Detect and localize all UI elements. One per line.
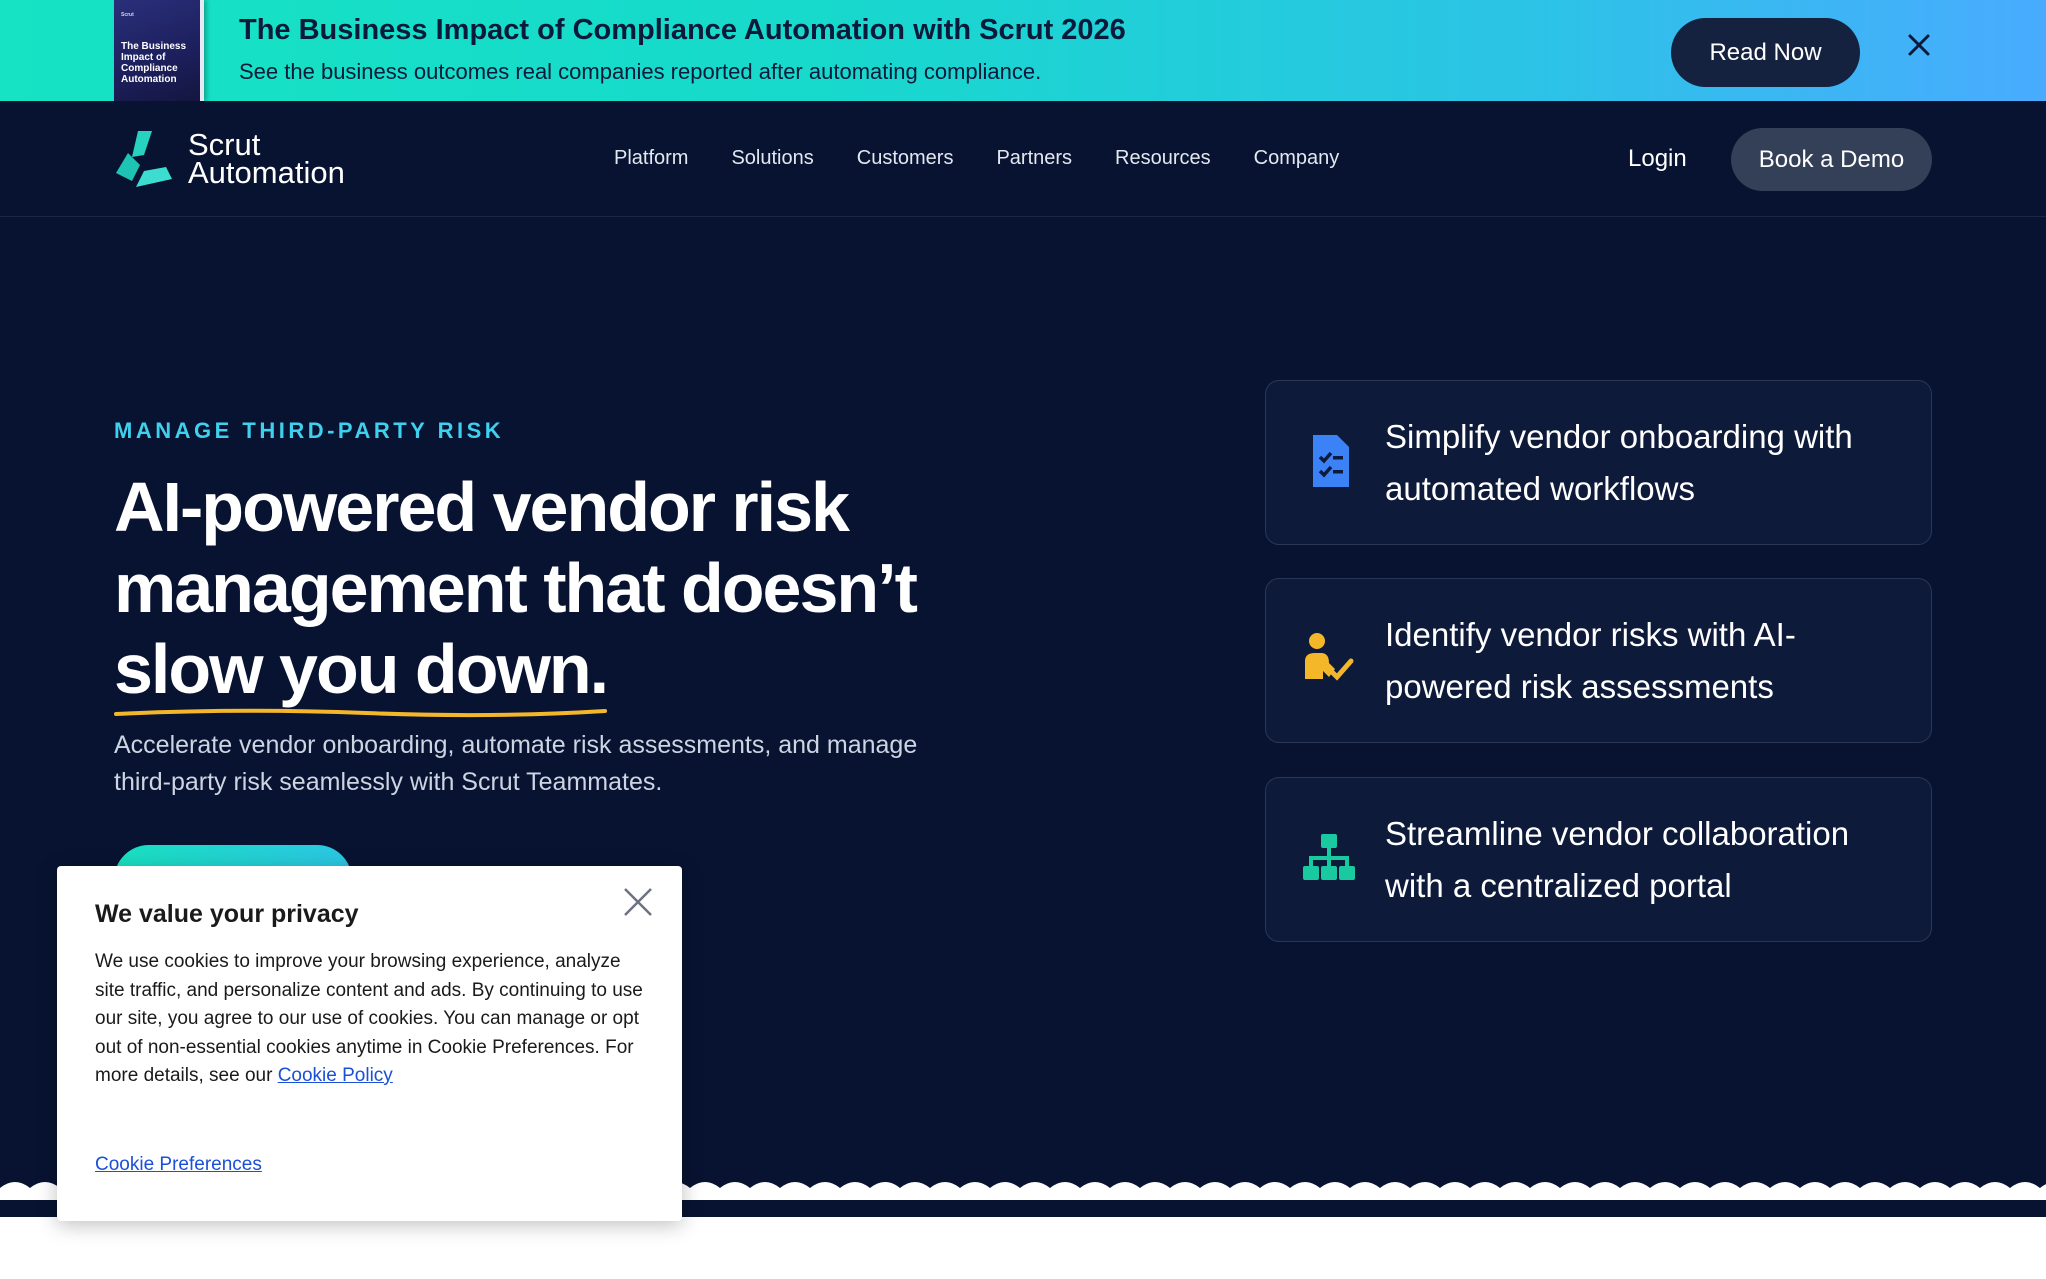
logo-line-2: Automation	[188, 155, 345, 190]
feature-card-portal: Streamline vendor collaboration with a c…	[1265, 777, 1932, 942]
cookie-body: We use cookies to improve your browsing …	[95, 948, 655, 1091]
feature-text-onboarding: Simplify vendor onboarding with automate…	[1385, 418, 1853, 507]
cookie-title: We value your privacy	[95, 900, 359, 928]
book-demo-button[interactable]: Book a Demo	[1731, 128, 1932, 191]
person-check-icon	[1305, 633, 1354, 681]
login-link[interactable]: Login	[1628, 145, 1687, 173]
feature-text-portal: Streamline vendor collaboration with a c…	[1385, 815, 1850, 904]
headline-line-3-wrapper: slow you down.	[114, 629, 1014, 718]
ebook-cover-title: The Business Impact of Compliance Automa…	[121, 41, 187, 85]
promo-title: The Business Impact of Compliance Automa…	[239, 14, 1126, 46]
document-checklist-icon	[1313, 435, 1349, 487]
scrut-logo-mark-icon	[116, 131, 172, 187]
close-icon[interactable]	[1902, 28, 1936, 62]
headline-line-1: AI-powered vendor risk	[114, 468, 850, 546]
headline-line-2: management that doesn’t	[114, 549, 918, 627]
site-header: Scrut Automation Platform Solutions Cust…	[0, 101, 2046, 217]
promo-banner: Scrut The Business Impact of Compliance …	[0, 0, 2046, 101]
main-nav: Platform Solutions Customers Partners Re…	[614, 147, 1382, 170]
nav-resources[interactable]: Resources	[1115, 147, 1211, 170]
cookie-consent-dialog: We value your privacy We use cookies to …	[57, 866, 682, 1221]
nav-company[interactable]: Company	[1254, 147, 1340, 170]
headline-line-3-underlined: slow you down.	[114, 629, 609, 718]
promo-subtitle: See the business outcomes real companies…	[239, 59, 1042, 84]
feature-card-risk: Identify vendor risks with AI-powered ri…	[1265, 578, 1932, 743]
close-icon[interactable]	[622, 886, 654, 918]
hero-eyebrow: MANAGE THIRD-PARTY RISK	[114, 418, 505, 443]
nav-customers[interactable]: Customers	[857, 147, 954, 170]
nav-partners[interactable]: Partners	[996, 147, 1072, 170]
logo-text: Scrut Automation	[188, 129, 345, 190]
headline-line-3: slow you down.	[114, 630, 609, 708]
feature-text-risk: Identify vendor risks with AI-powered ri…	[1385, 616, 1796, 705]
nav-solutions[interactable]: Solutions	[731, 147, 813, 170]
hero-headline: AI-powered vendor risk management that d…	[114, 467, 1014, 718]
feature-card-onboarding: Simplify vendor onboarding with automate…	[1265, 380, 1932, 545]
nav-platform[interactable]: Platform	[614, 147, 688, 170]
yellow-underline-icon	[114, 708, 608, 718]
org-chart-icon	[1303, 834, 1355, 880]
hero-description: Accelerate vendor onboarding, automate r…	[114, 731, 918, 796]
scrut-logo[interactable]: Scrut Automation	[114, 129, 345, 189]
ebook-brand: Scrut	[121, 12, 134, 18]
read-now-button[interactable]: Read Now	[1671, 18, 1860, 87]
cookie-policy-link[interactable]: Cookie Policy	[278, 1065, 393, 1086]
ebook-cover-image: Scrut The Business Impact of Compliance …	[114, 0, 204, 101]
cookie-preferences-link[interactable]: Cookie Preferences	[95, 1154, 262, 1176]
